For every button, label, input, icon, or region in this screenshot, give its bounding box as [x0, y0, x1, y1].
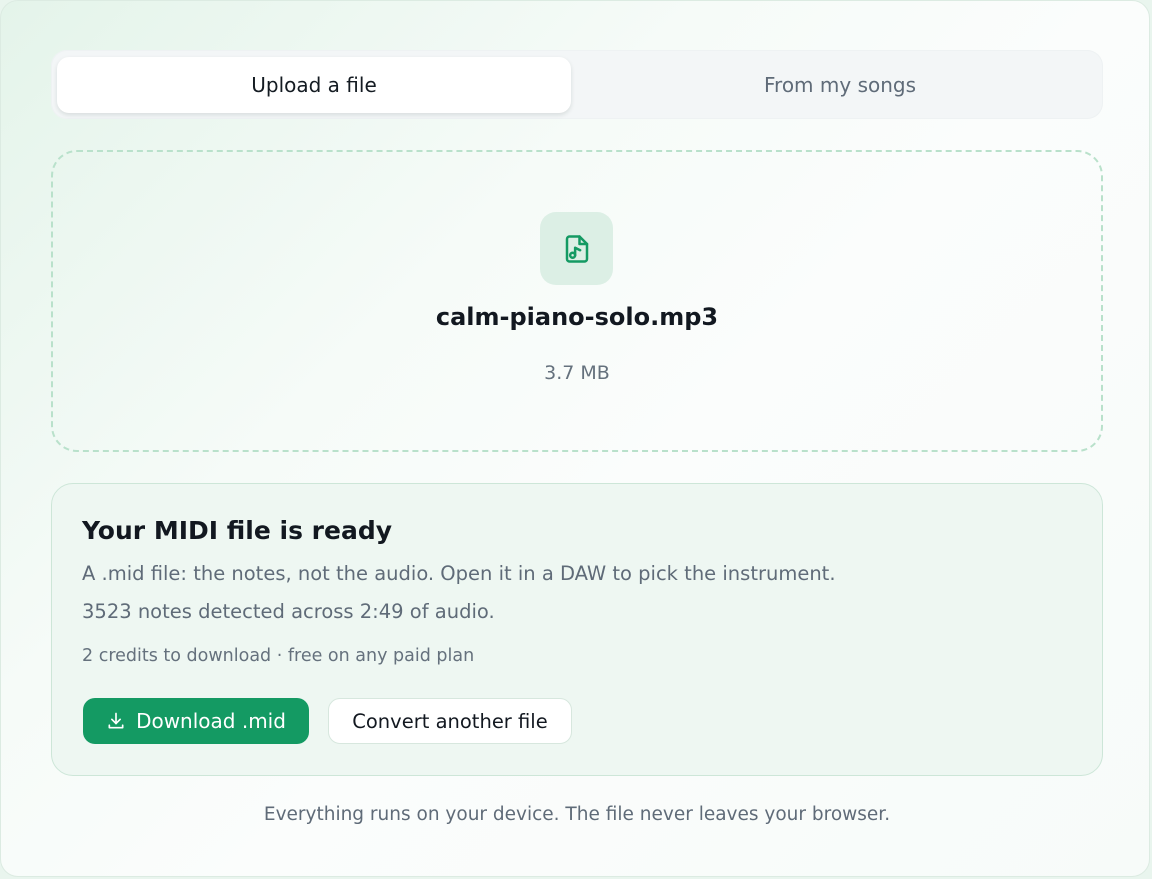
result-stats: 3523 notes detected across 2:49 of audio…: [82, 600, 495, 623]
download-midi-button[interactable]: Download .mid: [83, 698, 309, 744]
privacy-note: Everything runs on your device. The file…: [263, 804, 891, 825]
result-title: Your MIDI file is ready: [82, 516, 393, 545]
file-dropzone[interactable]: [51, 150, 1103, 452]
source-tabs: Upload a file From my songs: [51, 50, 1103, 119]
file-name: calm-piano-solo.mp3: [435, 303, 719, 331]
result-credits-note: 2 credits to download · free on any paid…: [82, 646, 475, 666]
download-icon: [108, 712, 124, 729]
convert-another-button[interactable]: Convert another file: [328, 698, 572, 744]
tab-upload-file-label: Upload a file: [251, 73, 377, 97]
tab-upload-file[interactable]: Upload a file: [57, 57, 571, 113]
file-size: 3.7 MB: [544, 362, 610, 384]
convert-another-label: Convert another file: [352, 709, 548, 733]
file-icon-container: [540, 212, 613, 285]
tab-from-my-songs-label: From my songs: [763, 73, 917, 97]
result-description: A .mid file: the notes, not the audio. O…: [82, 562, 836, 585]
tab-from-my-songs[interactable]: From my songs: [581, 57, 1099, 113]
converter-card: Upload a file From my songs calm-piano-s…: [0, 0, 1150, 877]
music-file-icon: [565, 234, 588, 263]
download-midi-label: Download .mid: [136, 709, 286, 733]
